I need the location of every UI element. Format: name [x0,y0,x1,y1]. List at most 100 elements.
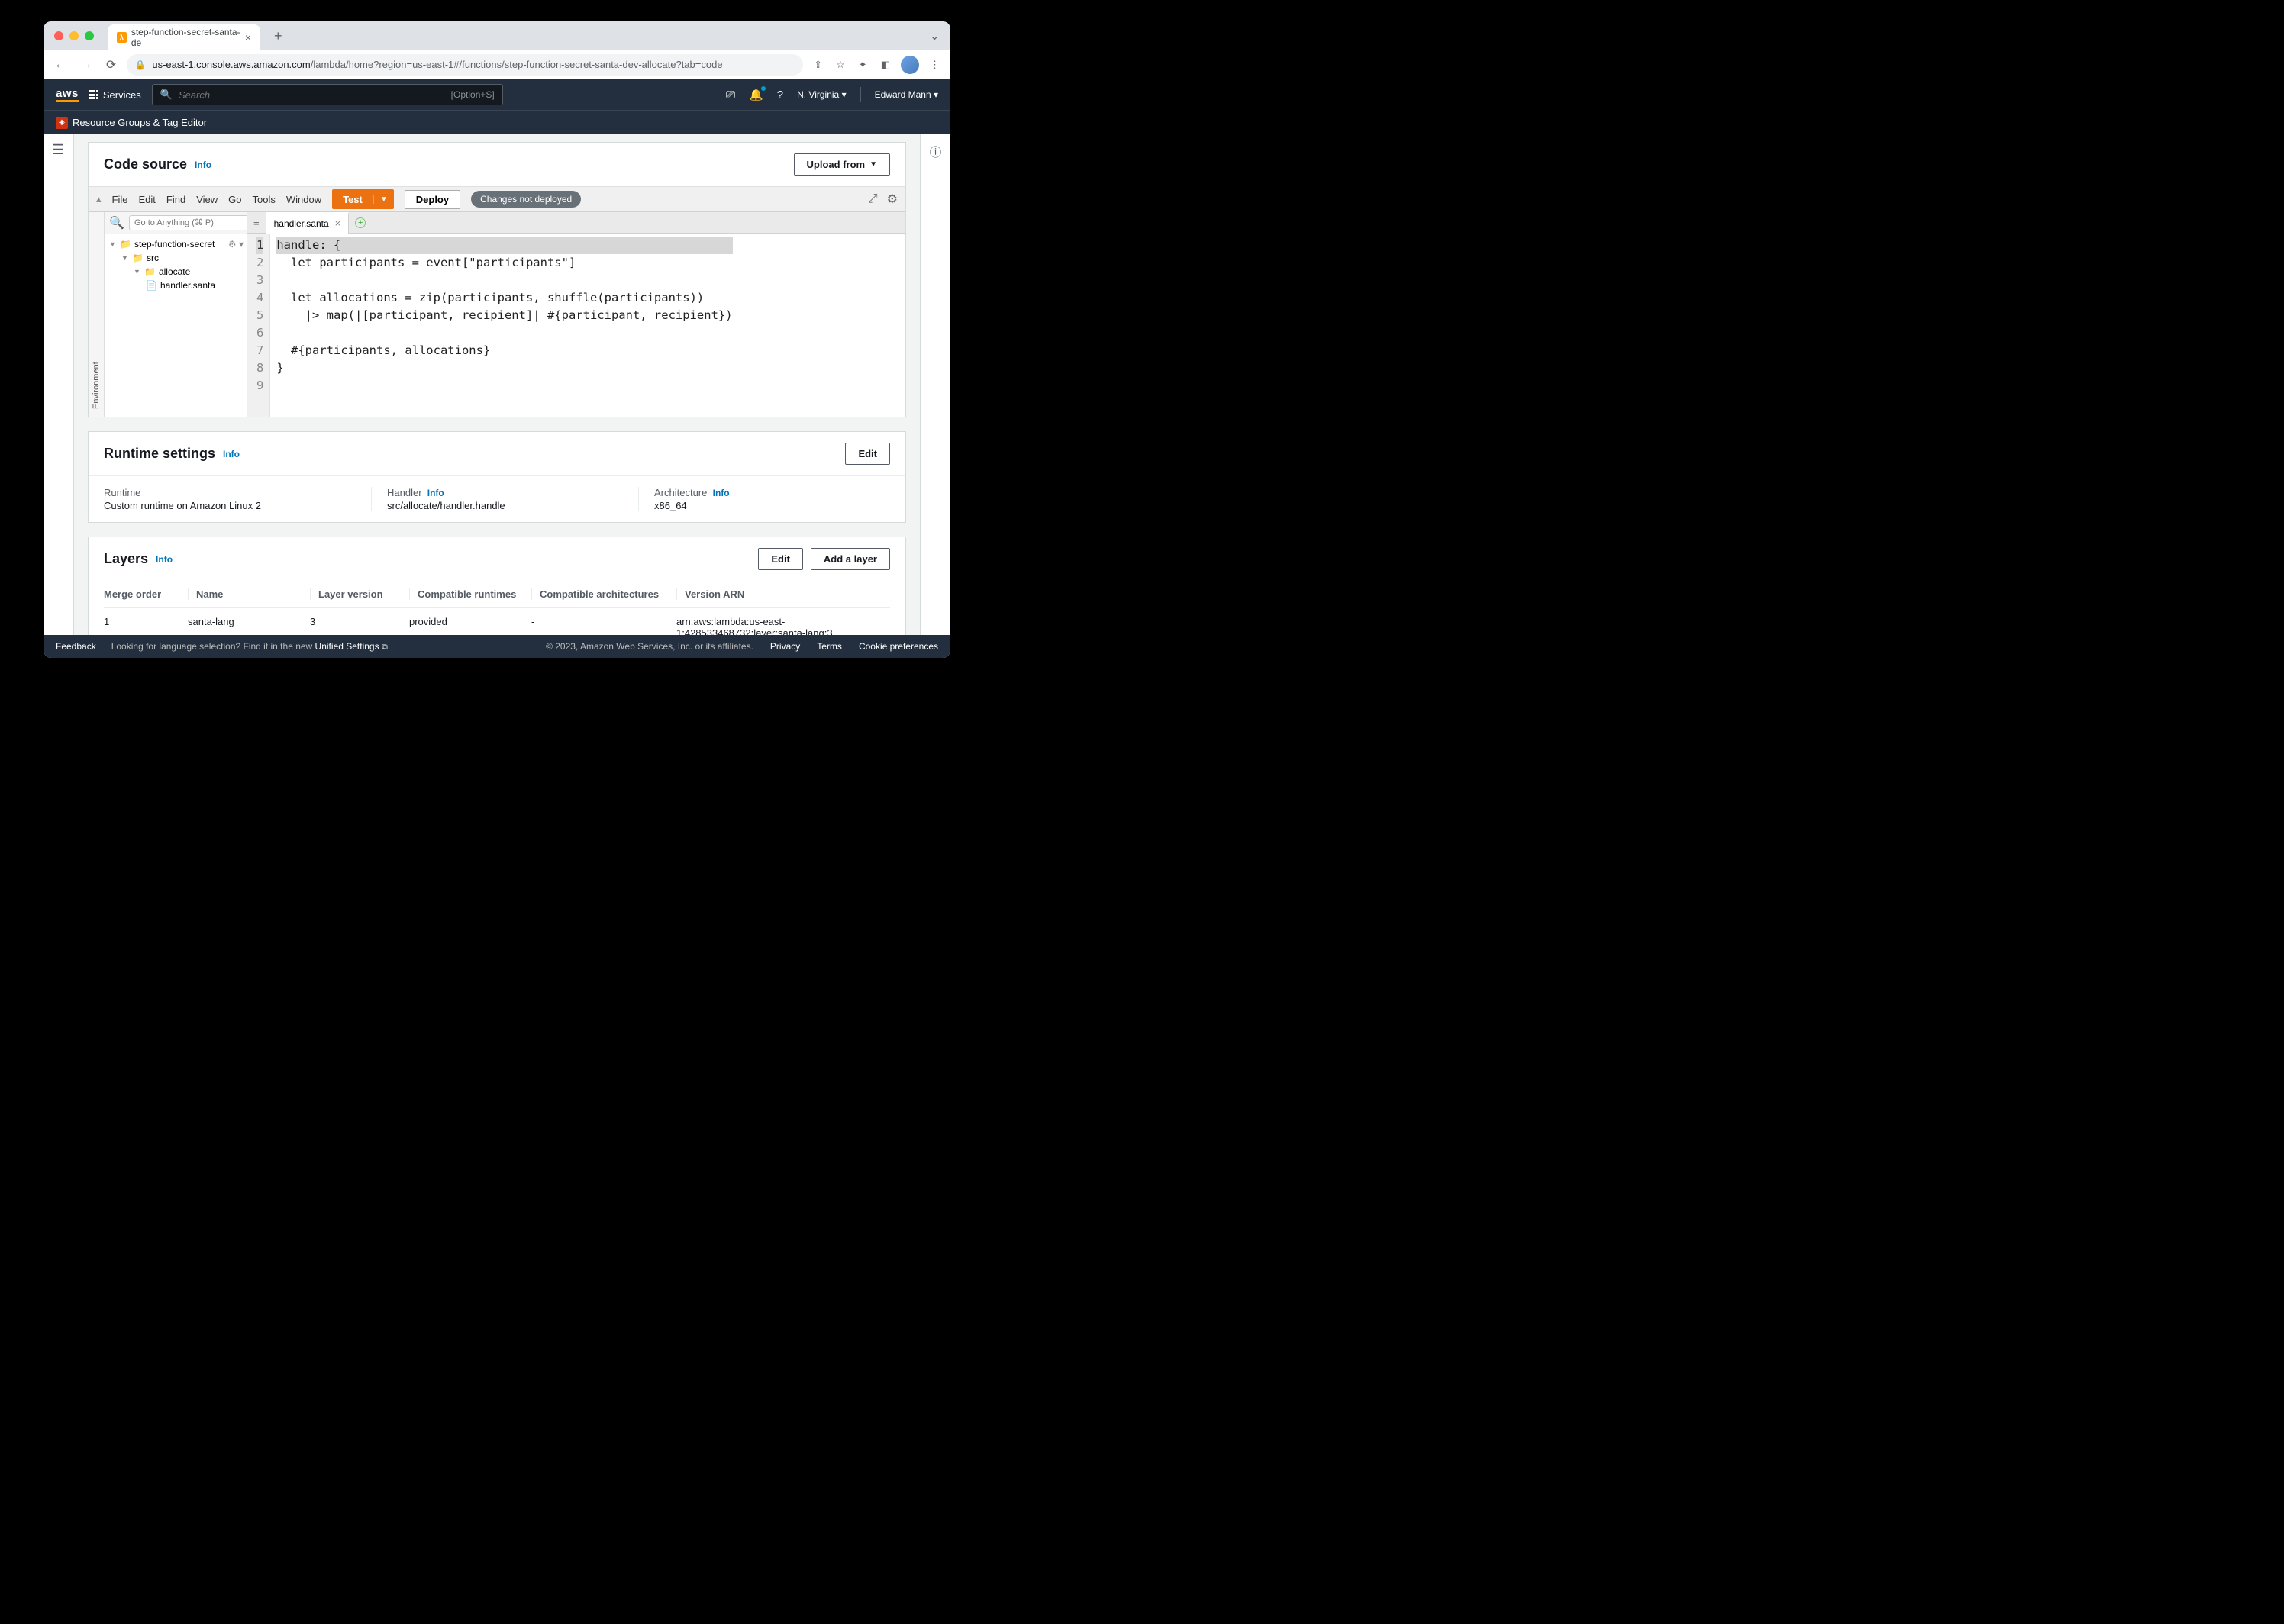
arch-info-link[interactable]: Info [713,488,730,498]
ide-body: Environment 🔍 ▼📁step-function-secret⚙ ▾ … [89,212,905,417]
tree-allocate[interactable]: ▼📁allocate [105,265,251,279]
aws-search[interactable]: 🔍 [Option+S] [152,84,503,105]
layers-info-link[interactable]: Info [156,554,173,565]
help-icon[interactable]: ? [777,89,783,102]
new-tab-button[interactable]: + [274,28,282,44]
runtime-info-link[interactable]: Info [223,449,240,459]
back-button[interactable]: ← [51,55,69,75]
terms-link[interactable]: Terms [817,641,842,652]
feedback-link[interactable]: Feedback [56,641,96,652]
bookmark-icon[interactable]: ☆ [833,56,848,74]
col-archs: Compatible architectures [531,588,669,600]
lang-prompt: Looking for language selection? Find it … [111,641,388,652]
layers-panel: Layers Info Edit Add a layer Merge order… [88,536,906,646]
deploy-button[interactable]: Deploy [405,190,460,209]
chrome-titlebar: λ step-function-secret-santa-de × + ⌄ [44,21,950,50]
search-icon: 🔍 [160,89,173,101]
cloudshell-icon[interactable]: ⎚ [726,89,735,102]
tree-search-row: 🔍 [105,212,251,234]
fullscreen-icon[interactable]: ⤢ [868,192,878,206]
tab-close-icon[interactable]: × [245,31,251,44]
url-bar[interactable]: 🔒 us-east-1.console.aws.amazon.com/lambd… [127,54,803,76]
code-editor[interactable]: 123456789 handle: { let participants = e… [247,234,905,417]
tabs-expand-icon[interactable]: ⌄ [930,28,940,44]
tree-src[interactable]: ▼📁src [105,251,251,265]
notification-dot [761,86,766,91]
menu-tools[interactable]: Tools [252,194,275,205]
environment-tab[interactable]: Environment [89,212,105,417]
code-source-header: Code source Info Upload from▼ [89,143,905,186]
deploy-status: Changes not deployed [471,191,581,208]
left-sidebar-toggle: ☰ [44,134,74,646]
lambda-favicon-icon: λ [117,32,127,43]
code-source-info-link[interactable]: Info [195,160,211,170]
info-drawer-icon[interactable]: ⓘ [929,142,941,646]
tab-options-icon[interactable]: ≡ [247,217,266,228]
add-tab-icon[interactable]: + [355,218,366,228]
handler-value: src/allocate/handler.handle [387,500,623,511]
services-label: Services [103,89,141,101]
file-tree: ▼📁step-function-secret⚙ ▾ ▼📁src ▼📁alloca… [105,234,251,295]
test-button[interactable]: Test [332,194,373,205]
menu-window[interactable]: Window [286,194,321,205]
gear-icon[interactable]: ⚙ [887,192,898,207]
tree-search-icon[interactable]: 🔍 [108,215,126,230]
runtime-header: Runtime settings Info Edit [89,432,905,475]
traffic-lights [54,31,94,40]
tree-settings-icon[interactable]: ⚙ ▾ [228,239,247,250]
editor-tab-handler[interactable]: handler.santa × [266,212,350,234]
minimize-window-button[interactable] [69,31,79,40]
editor-tab-close-icon[interactable]: × [335,218,341,229]
upload-from-button[interactable]: Upload from▼ [794,153,890,176]
layers-edit-button[interactable]: Edit [758,548,803,570]
layers-header: Layers Info Edit Add a layer [89,537,905,581]
aws-logo[interactable]: aws [56,88,79,102]
close-window-button[interactable] [54,31,63,40]
runtime-body: Runtime Custom runtime on Amazon Linux 2… [89,476,905,522]
reload-button[interactable]: ⟳ [103,54,119,76]
tree-root[interactable]: ▼📁step-function-secret⚙ ▾ [105,237,251,251]
hamburger-icon[interactable]: ☰ [52,142,64,646]
add-layer-button[interactable]: Add a layer [811,548,890,570]
aws-top-nav: aws Services 🔍 [Option+S] ⎚ 🔔 ? N. Virgi… [44,79,950,110]
goto-anything-input[interactable] [129,215,248,230]
sidepanel-icon[interactable]: ◧ [878,56,893,74]
user-menu[interactable]: Edward Mann ▾ [875,89,938,100]
arch-col: Architecture Info x86_64 [638,487,890,511]
menu-view[interactable]: View [196,194,218,205]
collapse-icon[interactable]: ▴ [96,193,102,205]
maximize-window-button[interactable] [85,31,94,40]
privacy-link[interactable]: Privacy [770,641,800,652]
code-text[interactable]: handle: { let participants = event["part… [270,234,738,417]
unified-settings-link[interactable]: Unified Settings ⧉ [315,641,388,652]
share-icon[interactable]: ⇪ [811,56,825,74]
forward-button[interactable]: → [77,55,95,75]
test-button-group: Test ▼ [332,189,394,209]
copyright: © 2023, Amazon Web Services, Inc. or its… [546,641,753,652]
menu-find[interactable]: Find [166,194,185,205]
services-menu[interactable]: Services [89,89,141,101]
region-selector[interactable]: N. Virginia ▾ [797,89,847,100]
line-gutter: 123456789 [247,234,270,417]
runtime-label: Runtime [104,487,356,498]
test-dropdown[interactable]: ▼ [373,195,394,204]
handler-info-link[interactable]: Info [427,488,444,498]
browser-tab[interactable]: λ step-function-secret-santa-de × [108,24,260,50]
resource-groups-icon: ◈ [56,117,68,129]
cookie-prefs-link[interactable]: Cookie preferences [859,641,938,652]
profile-avatar[interactable] [901,56,919,74]
notifications-icon[interactable]: 🔔 [749,88,763,102]
search-input[interactable] [179,89,445,101]
file-tree-column: 🔍 ▼📁step-function-secret⚙ ▾ ▼📁src ▼📁allo… [105,212,251,417]
menu-edit[interactable]: Edit [138,194,155,205]
chrome-menu-icon[interactable]: ⋮ [927,56,943,74]
runtime-edit-button[interactable]: Edit [845,443,890,465]
menu-file[interactable]: File [112,194,128,205]
tree-file-handler[interactable]: 📄handler.santa [105,279,251,292]
extensions-icon[interactable]: ✦ [856,56,870,74]
resource-groups-link[interactable]: ◈ Resource Groups & Tag Editor [56,117,207,129]
tab-title: step-function-secret-santa-de [131,27,240,48]
menu-go[interactable]: Go [228,194,241,205]
caret-down-icon: ▼ [869,160,877,169]
folder-icon: 📁 [144,266,156,277]
